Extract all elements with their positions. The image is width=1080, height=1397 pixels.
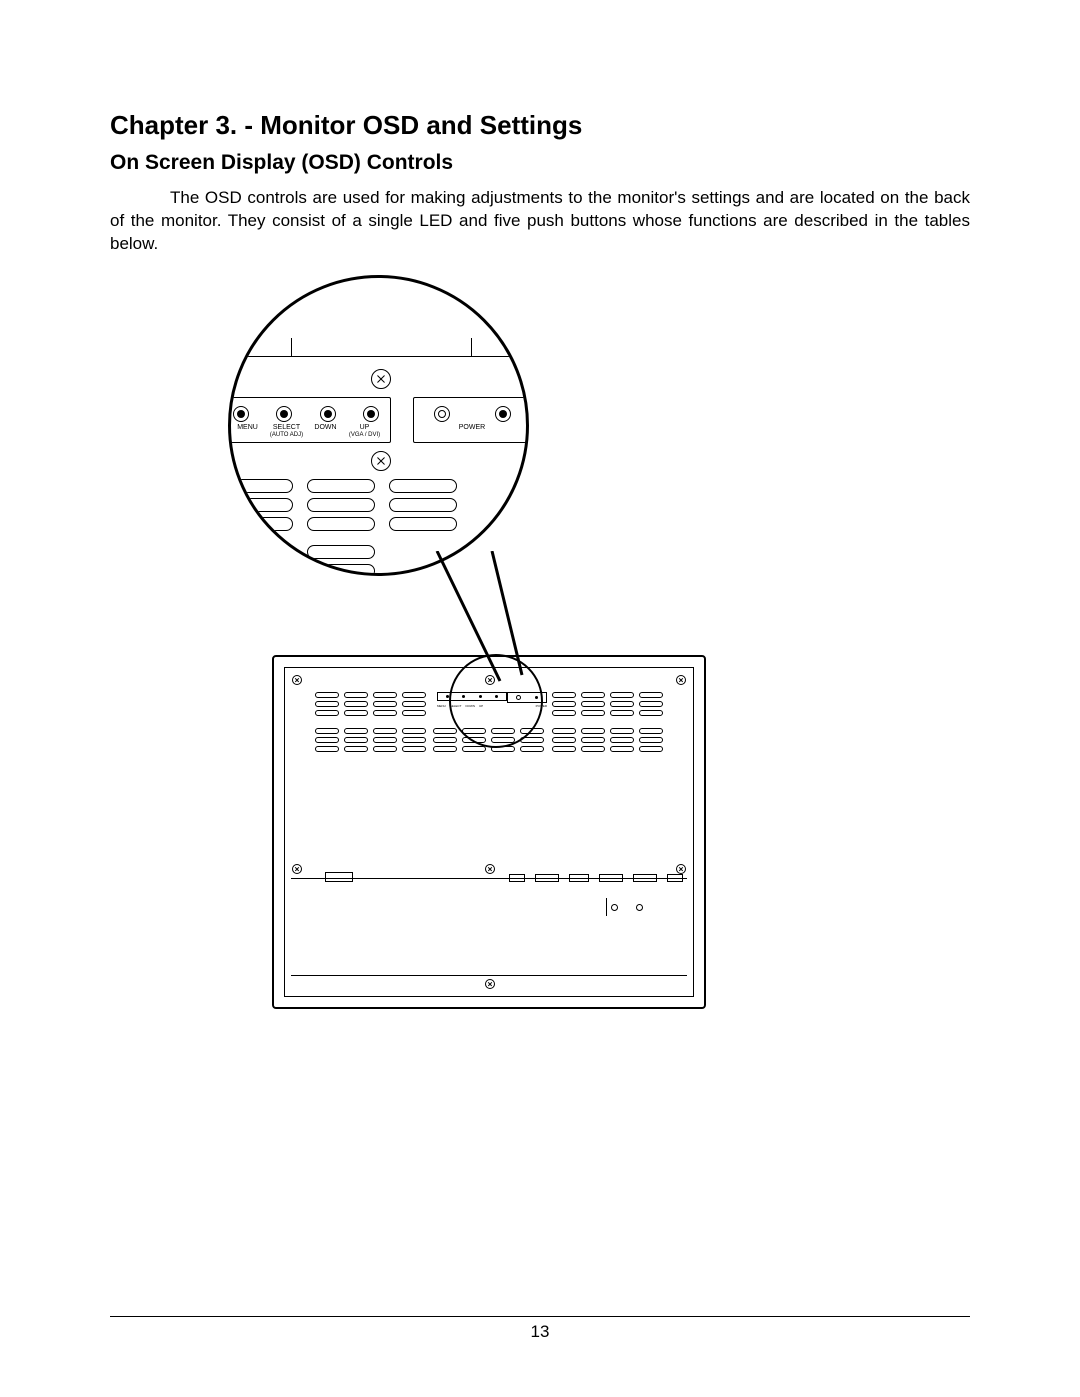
page-number: 13	[0, 1322, 1080, 1342]
control-panel-left: MENU SELECT(AUTO ADJ) DOWN UP(VGA / DVI)	[228, 397, 391, 443]
menu-label: MENU	[231, 424, 265, 438]
screw-icon	[292, 675, 302, 685]
mount-holes	[606, 898, 643, 916]
port-row	[325, 870, 683, 882]
section-title: On Screen Display (OSD) Controls	[110, 151, 970, 175]
zoom-detail-circle: MENU SELECT(AUTO ADJ) DOWN UP(VGA / DVI)…	[228, 275, 529, 576]
locator-circle	[427, 674, 557, 756]
vent-block	[552, 692, 663, 716]
document-page: Chapter 3. - Monitor OSD and Settings On…	[0, 0, 1080, 1397]
screw-icon	[371, 451, 391, 471]
select-label: SELECT(AUTO ADJ)	[270, 424, 304, 438]
control-panel-right: POWER	[413, 397, 529, 443]
down-label: DOWN	[309, 424, 343, 438]
chapter-title: Chapter 3. - Monitor OSD and Settings	[110, 110, 970, 141]
menu-button-icon	[233, 406, 249, 422]
screw-icon	[485, 979, 495, 989]
vent-block	[552, 728, 663, 752]
up-label: UP(VGA / DVI)	[348, 424, 382, 438]
monitor-inner-frame: MENU SELECT DOWN UP POWER	[284, 667, 694, 997]
monitor-rear-view: MENU SELECT DOWN UP POWER	[272, 655, 706, 1009]
footer-rule	[110, 1316, 970, 1317]
power-button-icon	[495, 406, 511, 422]
down-button-icon	[320, 406, 336, 422]
screw-icon	[371, 369, 391, 389]
body-paragraph: The OSD controls are used for making adj…	[110, 187, 970, 256]
select-button-icon	[276, 406, 292, 422]
up-button-icon	[363, 406, 379, 422]
vent-block	[315, 728, 426, 752]
screw-icon	[676, 675, 686, 685]
figure-osd-controls: MENU SELECT(AUTO ADJ) DOWN UP(VGA / DVI)…	[0, 275, 1080, 1025]
vent-block	[315, 692, 426, 716]
power-label: POWER	[420, 424, 524, 432]
screw-icon	[292, 864, 302, 874]
power-led-icon	[434, 406, 450, 422]
